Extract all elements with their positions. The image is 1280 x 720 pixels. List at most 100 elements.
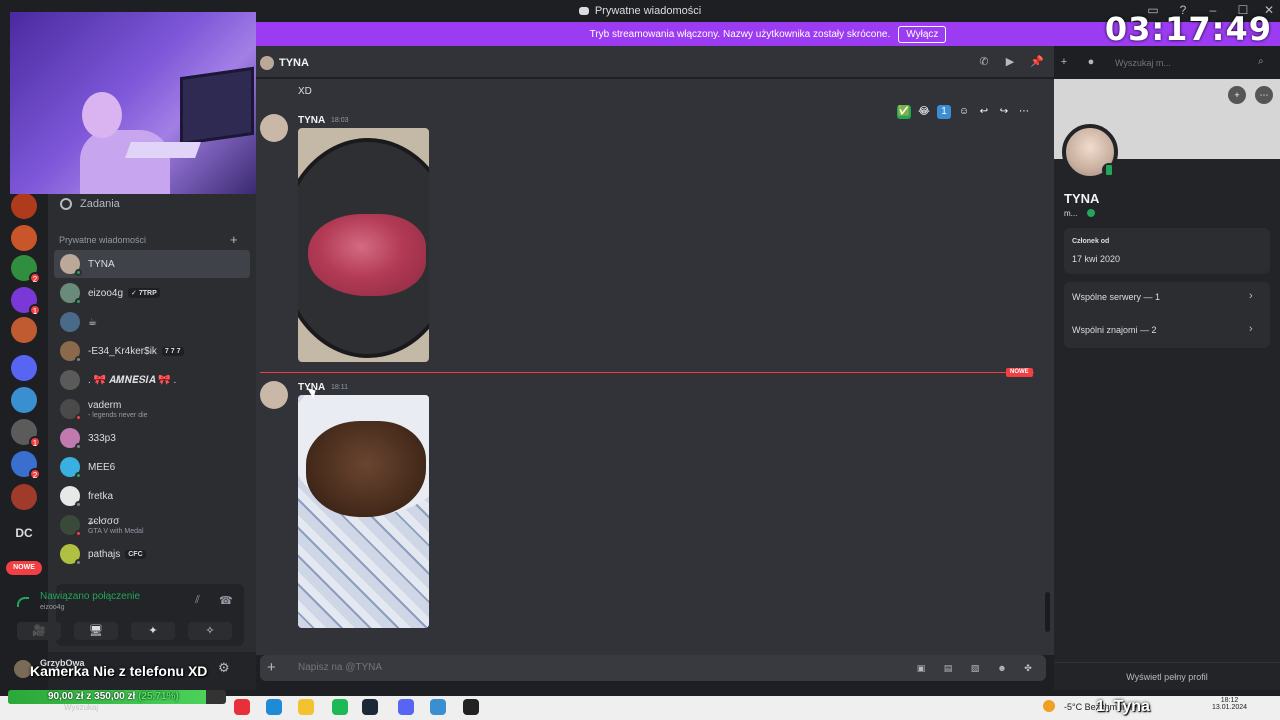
- phone-icon[interactable]: ✆: [977, 55, 991, 69]
- photo-raw-steak[interactable]: [298, 128, 429, 362]
- dm-text: ☕: [88, 317, 97, 328]
- server-icon[interactable]: [11, 484, 37, 510]
- forward-icon[interactable]: ↪: [997, 105, 1011, 119]
- webcam-person-body: [80, 130, 170, 194]
- pin-icon[interactable]: 📌: [1030, 55, 1044, 69]
- add-reaction-icon[interactable]: ☺: [957, 105, 971, 119]
- dm-activity: GTA V with Medal: [88, 527, 144, 535]
- dm-item[interactable]: eizoo4g ✓ 7TRP: [54, 279, 250, 307]
- obs-icon[interactable]: [463, 699, 479, 715]
- server-dc[interactable]: DC: [8, 520, 40, 546]
- mutual-friends-row[interactable]: Wspólni znajomi — 2: [1072, 325, 1157, 335]
- dm-tag: 7 7 7: [161, 346, 184, 356]
- server-icon[interactable]: 1: [11, 287, 41, 316]
- sticker-icon[interactable]: ▧: [968, 661, 982, 675]
- one-reaction-icon[interactable]: 1: [937, 105, 951, 119]
- dm-name: ☕: [88, 316, 97, 328]
- new-unread-pill[interactable]: NOWE: [6, 561, 42, 575]
- noise-suppression-icon[interactable]: ⫽: [195, 594, 200, 607]
- status-dot-icon: [75, 269, 82, 276]
- laugh-reaction-icon[interactable]: 😂: [917, 105, 931, 119]
- voice-status[interactable]: Nawiązano połączenie: [40, 591, 140, 602]
- dm-avatar: [60, 486, 82, 508]
- more-options-icon[interactable]: ⋯: [1017, 105, 1031, 119]
- disable-streamer-mode-button[interactable]: Wyłącz: [898, 25, 947, 43]
- dm-avatar: [60, 283, 82, 305]
- dm-item[interactable]: ʑєłσσσ GTA V with Medal: [54, 511, 250, 539]
- chat-search-input[interactable]: [1115, 58, 1245, 68]
- server-icon[interactable]: [11, 193, 37, 219]
- donation-goal: 350,00 zł: [94, 691, 136, 702]
- dm-tag: ✓ 7TRP: [128, 288, 160, 298]
- nav-tasks[interactable]: Zadania: [54, 192, 250, 216]
- streamer-mode-text: Tryb streamowania włączony. Nazwy użytko…: [589, 28, 891, 40]
- soundboard-button[interactable]: ✧: [188, 622, 232, 640]
- moon-icon: [1043, 700, 1055, 712]
- dm-item[interactable]: fretka: [54, 482, 250, 510]
- message-avatar[interactable]: [260, 114, 288, 142]
- screen-share-button[interactable]: 🖥: [74, 622, 118, 640]
- profile-icon[interactable]: ●: [1084, 55, 1098, 69]
- dm-name: 333p3: [88, 432, 116, 444]
- system-clock[interactable]: 18:12 13.01.2024: [1212, 697, 1247, 711]
- dm-name: -E34_Kr4ker$ik: [88, 345, 157, 357]
- add-friend-icon[interactable]: +: [1057, 55, 1071, 69]
- gift-icon[interactable]: ▣: [914, 661, 928, 675]
- reply-icon[interactable]: ↩: [977, 105, 991, 119]
- chat-scrollbar[interactable]: [1045, 592, 1050, 632]
- stream-timer-overlay: 03:17:49: [1104, 10, 1272, 48]
- view-full-profile-link[interactable]: Wyświetl pełny profil: [1054, 662, 1280, 690]
- message-avatar[interactable]: [260, 381, 288, 409]
- app-icon[interactable]: [430, 699, 446, 715]
- check-reaction-icon[interactable]: ✅: [897, 105, 911, 119]
- steam-icon[interactable]: [362, 699, 378, 715]
- apps-icon[interactable]: ✤: [1021, 661, 1035, 675]
- server-icon[interactable]: 1: [11, 419, 41, 448]
- dm-item[interactable]: vaderm - legends never die: [54, 395, 250, 423]
- taskbar-search-label[interactable]: Wyszukaj: [64, 703, 98, 712]
- dm-name-line: eizoo4g ✓ 7TRP: [88, 288, 160, 299]
- server-icon[interactable]: 2: [11, 451, 41, 480]
- dm-item[interactable]: -E34_Kr4ker$ik 7 7 7: [54, 337, 250, 365]
- dm-avatar: [60, 544, 82, 566]
- emoji-icon[interactable]: ☻: [995, 661, 1009, 675]
- message-timestamp: 18:03: [331, 117, 349, 124]
- disconnect-icon[interactable]: ☎: [219, 594, 233, 607]
- message-input[interactable]: [298, 662, 798, 673]
- mutual-servers-row[interactable]: Wspólne serwery — 1: [1072, 292, 1160, 302]
- spotify-icon[interactable]: [332, 699, 348, 715]
- status-dot-icon: [75, 298, 82, 305]
- donation-raised: 90,00 zł: [48, 691, 84, 702]
- explorer-icon[interactable]: [298, 699, 314, 715]
- dm-avatar: [60, 254, 82, 276]
- dm-name-line: -E34_Kr4ker$ik 7 7 7: [88, 346, 184, 357]
- dm-item[interactable]: MEE6: [54, 453, 250, 481]
- camera-button[interactable]: 🎥: [17, 622, 61, 640]
- server-icon[interactable]: 2: [11, 255, 41, 284]
- server-icon[interactable]: [11, 387, 37, 413]
- gif-icon[interactable]: ▤: [941, 661, 955, 675]
- video-icon[interactable]: ▶: [1003, 55, 1017, 69]
- discord-icon[interactable]: [398, 699, 414, 715]
- dm-item[interactable]: ☕: [54, 308, 250, 336]
- edge-icon[interactable]: [266, 699, 282, 715]
- settings-gear-icon[interactable]: ⚙: [218, 660, 230, 676]
- dm-item[interactable]: . 🎀 𝑨𝑴𝑵𝑬𝑺𝑰𝑨 🎀 .: [54, 366, 250, 394]
- opera-icon[interactable]: [234, 699, 250, 715]
- dm-avatar: [60, 341, 82, 363]
- new-dm-plus-icon[interactable]: +: [230, 232, 238, 247]
- upload-plus-icon[interactable]: +: [267, 660, 276, 675]
- dm-item[interactable]: TYNA: [54, 250, 250, 278]
- dm-name: ʑєłσσσ: [88, 515, 120, 527]
- photo-cooked-steak[interactable]: [298, 395, 429, 628]
- more-options-icon[interactable]: ⋯: [1255, 86, 1273, 104]
- add-friend-icon[interactable]: +: [1228, 86, 1246, 104]
- server-icon[interactable]: [11, 355, 37, 381]
- dm-item[interactable]: pathajs CFC: [54, 540, 250, 568]
- dm-item[interactable]: 333p3: [54, 424, 250, 452]
- dm-text: -E34_Kr4ker$ik 7 7 7: [88, 346, 184, 357]
- server-icon[interactable]: [11, 225, 37, 251]
- message-author[interactable]: TYNA: [298, 115, 325, 126]
- server-icon[interactable]: [11, 317, 37, 343]
- activities-button[interactable]: ✦: [131, 622, 175, 640]
